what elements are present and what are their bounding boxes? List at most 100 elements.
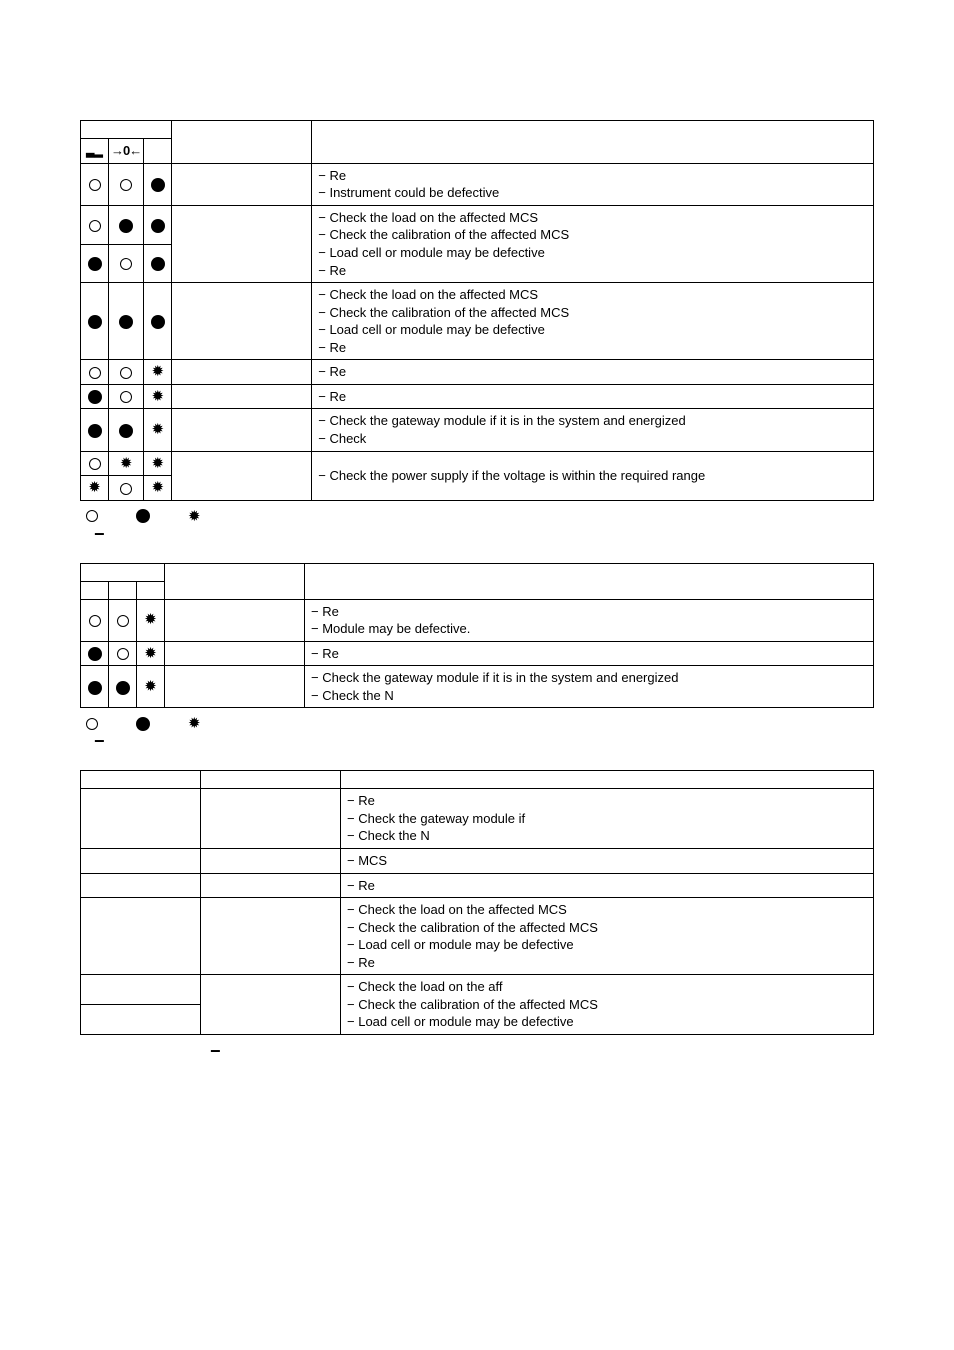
circle-open-icon	[89, 367, 101, 379]
t3-dash: −	[210, 1041, 874, 1062]
t3-r3-c1	[81, 873, 201, 898]
t1-r2-i3	[144, 205, 172, 244]
circle-open-icon	[120, 179, 132, 191]
t3-hdr-c2	[201, 771, 341, 789]
t1-r8-desc	[172, 451, 312, 500]
action-text: Load cell or module may be defective	[318, 244, 867, 262]
t1-r1-i3	[144, 163, 172, 205]
t3-r3-act: Re	[341, 873, 874, 898]
t3-r4-c2	[201, 898, 341, 975]
t1-r4-i3	[144, 283, 172, 360]
t1-r1-i1	[81, 163, 109, 205]
gear-icon: ✹	[120, 455, 133, 472]
action-text: Check	[318, 430, 867, 448]
action-text: Check the gateway module if	[347, 810, 867, 828]
t2-hdr-act	[305, 563, 874, 599]
action-text: Re	[347, 954, 867, 972]
status-table-2: ✹ Re Module may be defective. ✹ Re ✹ Che…	[80, 563, 874, 709]
t1-hdr-icons-top	[81, 121, 172, 139]
t3-r2-c2	[201, 848, 341, 873]
circle-open-icon	[117, 615, 129, 627]
action-text: MCS	[347, 852, 867, 870]
action-text: Instrument could be defective	[318, 184, 867, 202]
t3-hdr-c1	[81, 771, 201, 789]
circle-open-icon	[89, 220, 101, 232]
t1-r7-act: Check the gateway module if it is in the…	[312, 409, 874, 451]
circle-open-icon	[117, 648, 129, 660]
action-text: Check the load on the affected MCS	[347, 901, 867, 919]
t1-r5-i2	[109, 360, 144, 385]
t1-r6-desc	[172, 384, 312, 409]
t3-r3-c2	[201, 873, 341, 898]
circle-open-icon	[86, 510, 98, 522]
status-table-1: ▃▂ →0← Re Instrument could be defective …	[80, 120, 874, 501]
action-text: Load cell or module may be defective	[347, 1013, 867, 1031]
action-text: Load cell or module may be defective	[347, 936, 867, 954]
circle-fill-icon	[88, 315, 102, 329]
t2-r2-i1	[81, 641, 109, 666]
t2-legend: ✹	[80, 714, 874, 731]
action-text: Check the load on the aff	[347, 978, 867, 996]
t3-r5-c2	[201, 975, 341, 1035]
gear-icon: ✹	[151, 479, 164, 496]
action-text: Module may be defective.	[311, 620, 867, 638]
t1-r9-i1: ✹	[81, 476, 109, 501]
circle-fill-icon	[88, 424, 102, 438]
action-text: Check the load on the affected MCS	[318, 209, 867, 227]
circle-fill-icon	[88, 390, 102, 404]
circle-fill-icon	[119, 424, 133, 438]
t2-r1-desc	[165, 599, 305, 641]
t2-r3-desc	[165, 666, 305, 708]
circle-open-icon	[86, 718, 98, 730]
t1-r6-act: Re	[312, 384, 874, 409]
t1-r6-i2	[109, 384, 144, 409]
t1-r7-desc	[172, 409, 312, 451]
circle-open-icon	[89, 615, 101, 627]
gear-icon: ✹	[151, 455, 164, 472]
gear-icon: ✹	[151, 363, 164, 380]
action-text: Check the calibration of the affected MC…	[347, 996, 867, 1014]
t2-hdr-ic3	[137, 581, 165, 599]
circle-fill-icon	[151, 257, 165, 271]
circle-open-icon	[89, 179, 101, 191]
action-text: Check the gateway module if it is in the…	[311, 669, 867, 687]
action-text: Check the calibration of the affected MC…	[318, 304, 867, 322]
t3-r2-act: MCS	[341, 848, 874, 873]
gear-icon: ✹	[188, 509, 201, 524]
t3-r1-act: Re Check the gateway module if Check the…	[341, 789, 874, 849]
t2-r3-i2	[109, 666, 137, 708]
t3-r1-c1	[81, 789, 201, 849]
circle-fill-icon	[88, 257, 102, 271]
t1-r5-act: Re	[312, 360, 874, 385]
gear-icon: ✹	[144, 678, 157, 695]
t2-r1-i1	[81, 599, 109, 641]
action-text: Re	[318, 339, 867, 357]
t2-dash: −	[94, 731, 874, 752]
t1-r6-i3: ✹	[144, 384, 172, 409]
circle-open-icon	[120, 483, 132, 495]
t3-hdr-c3	[341, 771, 874, 789]
t1-r8-i1	[81, 451, 109, 476]
t2-hdr-ic2	[109, 581, 137, 599]
t2-hdr-ic1	[81, 581, 109, 599]
t2-r2-i2	[109, 641, 137, 666]
t1-hdr-act	[312, 121, 874, 164]
t3-r5-act: Check the load on the aff Check the cali…	[341, 975, 874, 1035]
circle-open-icon	[120, 391, 132, 403]
t1-r4-i1	[81, 283, 109, 360]
circle-fill-icon	[151, 219, 165, 233]
gear-icon: ✹	[144, 611, 157, 628]
t2-r2-act: Re	[305, 641, 874, 666]
action-text: Re	[311, 645, 867, 663]
t2-r3-act: Check the gateway module if it is in the…	[305, 666, 874, 708]
action-text: Re	[318, 363, 867, 381]
t1-r3-i2	[109, 244, 144, 283]
action-text: Check the calibration of the affected MC…	[318, 226, 867, 244]
action-text: Re	[311, 603, 867, 621]
t1-r9-i3: ✹	[144, 476, 172, 501]
action-text: Check the power supply if the voltage is…	[318, 467, 867, 485]
status-table-3: Re Check the gateway module if Check the…	[80, 770, 874, 1035]
t1-r8-i2: ✹	[109, 451, 144, 476]
circle-fill-icon	[119, 315, 133, 329]
t1-r2-act: Check the load on the affected MCS Check…	[312, 205, 874, 282]
